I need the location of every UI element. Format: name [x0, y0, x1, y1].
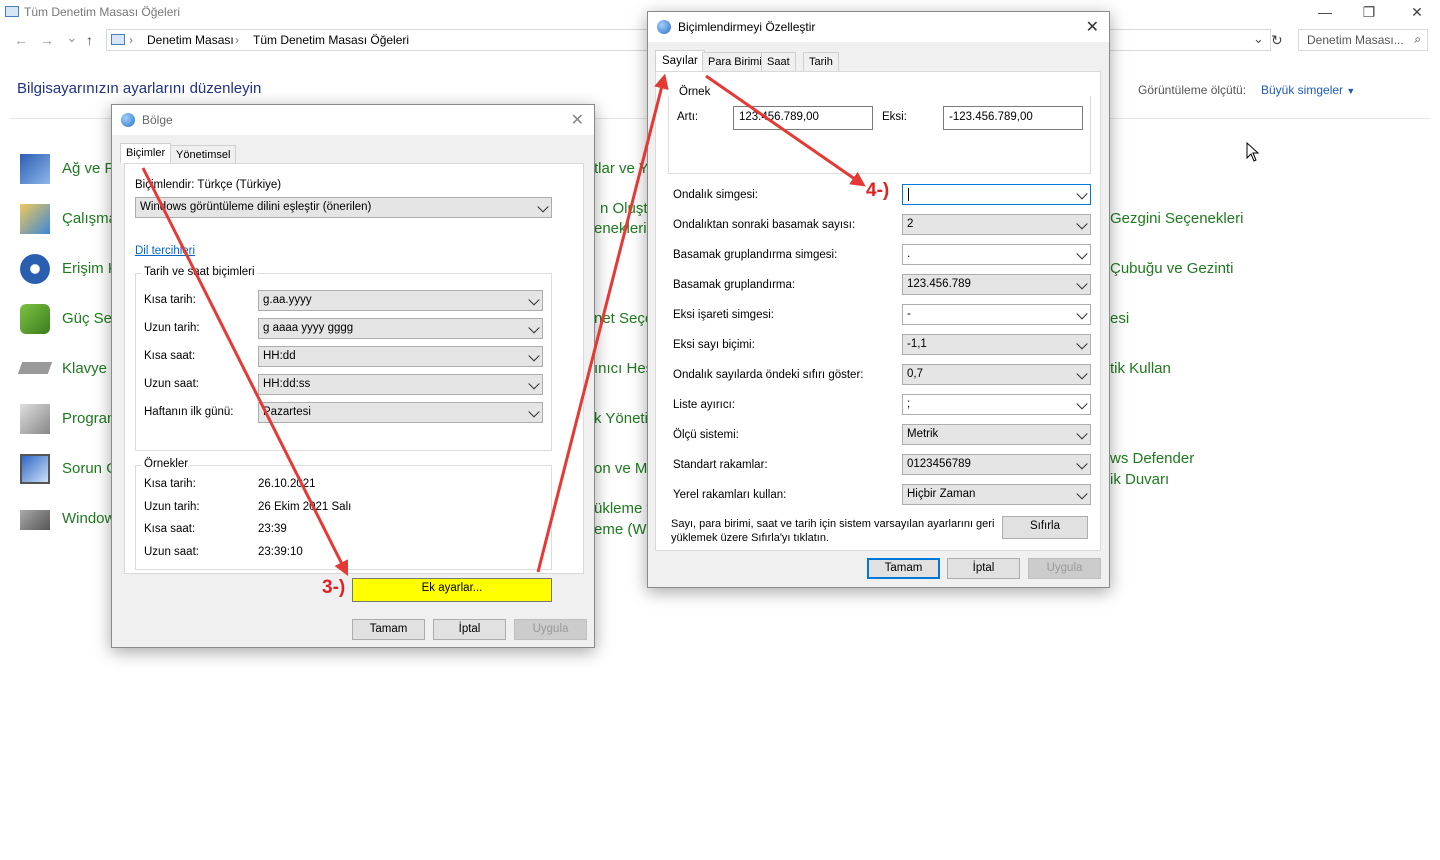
- arrow-to-additional-settings: [141, 167, 349, 577]
- step3-annotation: 3-): [322, 577, 346, 598]
- arrow-to-numbers-tab: [536, 73, 669, 573]
- annotation-arrows: [141, 73, 866, 577]
- arrow-to-decimal-symbol: [705, 74, 866, 187]
- step4-annotation: 4-): [866, 180, 890, 201]
